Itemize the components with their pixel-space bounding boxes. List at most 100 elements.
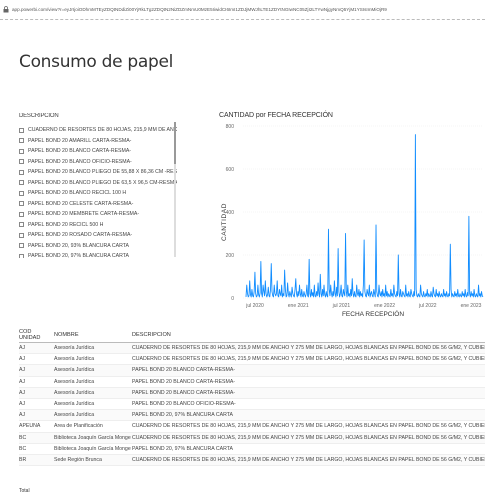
table-row[interactable]: AJ Asesoría Jurídica PAPEL BOND 20 BLANCO … bbox=[19, 365, 485, 377]
cell-nombre: Asesoría Jurídica bbox=[54, 367, 95, 374]
slicer-item[interactable]: PAPEL BOND 20 BLANCO PLIEGO DE 55,88 X 8… bbox=[19, 167, 177, 178]
x-tick-label: ene 2022 bbox=[374, 303, 395, 309]
cell-nombre: Asesoría Jurídica bbox=[54, 356, 95, 363]
cell-cod-unidad: AJ bbox=[19, 345, 26, 352]
table-row[interactable]: AJ Asesoría Jurídica CUADERNO DE RESORTES … bbox=[19, 343, 485, 355]
slicer-checkbox[interactable] bbox=[19, 159, 24, 165]
line-chart: 0 200 400 600 800 jul 2020 ene 2021 jul 2021 ene… bbox=[213, 110, 485, 325]
table-header: COD UNIDAD NOMBRE DESCRIPCIÓN bbox=[19, 328, 485, 343]
column-header-descripcion[interactable]: DESCRIPCIÓN bbox=[132, 332, 485, 338]
cell-nombre: Biblioteca Joaquín García Monge bbox=[54, 445, 131, 452]
cell-descripcion: CUADERNO DE RESORTES DE 80 HOJAS, 215,9 … bbox=[132, 345, 485, 352]
slicer-item-label: PAPEL BOND 20 ROSADO CARTA-RESMA- bbox=[28, 232, 133, 239]
y-tick-label: 200 bbox=[226, 253, 235, 259]
cell-cod-unidad: BR bbox=[19, 456, 27, 463]
slicer-scrollbar[interactable] bbox=[174, 122, 176, 257]
table-row[interactable]: AJ Asesoría Jurídica CUADERNO DE RESORTES … bbox=[19, 354, 485, 366]
cell-cod-unidad: AJ bbox=[19, 367, 26, 374]
lock-icon bbox=[3, 6, 9, 13]
table-row[interactable]: BC Biblioteca Joaquín García Monge CUADERN… bbox=[19, 432, 485, 444]
y-tick-label: 600 bbox=[226, 167, 235, 173]
address-bar[interactable]: app.powerbi.com/view?r=eyJrIjoiODhmMTEyZ… bbox=[0, 0, 485, 20]
cell-descripcion: CUADERNO DE RESORTES DE 80 HOJAS, 215,9 … bbox=[132, 434, 485, 441]
slicer-checkbox[interactable] bbox=[19, 253, 24, 258]
slicer-checkbox[interactable] bbox=[19, 180, 24, 186]
cell-descripcion: PAPEL BOND 20 BLANCO CARTA-RESMA- bbox=[132, 378, 236, 385]
table-row[interactable]: AJ Asesoría Jurídica PAPEL BOND 20 BLANCO … bbox=[19, 377, 485, 388]
y-axis-title: CANTIDAD bbox=[221, 203, 228, 241]
slicer-item[interactable]: PAPEL BOND 20 BLANCO CARTA-RESMA- bbox=[19, 146, 177, 157]
slicer-item[interactable]: PAPEL BOND 20 BLANCO PLIEGO DE 63,5 X 96… bbox=[19, 178, 177, 189]
cell-nombre: Área de Planificación bbox=[54, 423, 103, 430]
x-tick-label: jul 2022 bbox=[418, 303, 437, 309]
table-row[interactable]: BR Sede Región Brunca CUADERNO DE RESORTES… bbox=[19, 454, 485, 467]
slicer-checkbox[interactable] bbox=[19, 243, 24, 249]
cell-cod-unidad: BC bbox=[19, 445, 27, 452]
series-line bbox=[245, 134, 484, 298]
cell-nombre: Asesoría Jurídica bbox=[54, 401, 95, 408]
table-row[interactable]: AJ Asesoría Jurídica PAPEL BOND 20 BLANCO … bbox=[19, 399, 485, 411]
slicer-item[interactable]: PAPEL BOND 20 CELESTE CARTA-RESMA- bbox=[19, 199, 177, 210]
slicer-checkbox[interactable] bbox=[19, 201, 24, 207]
x-axis-title: FECHA RECEPCIÓN bbox=[342, 309, 404, 318]
slicer-item-label: PAPEL BOND 20 CELESTE CARTA-RESMA- bbox=[28, 200, 134, 207]
slicer-checkbox[interactable] bbox=[19, 138, 24, 144]
x-tick-label: jul 2020 bbox=[245, 303, 264, 309]
slicer-item[interactable]: PAPEL BOND 20 ROSADO CARTA-RESMA- bbox=[19, 230, 177, 241]
column-header-nombre[interactable]: NOMBRE bbox=[54, 332, 132, 338]
slicer-item-label: PAPEL BOND 20, 93% BLANCURA CARTA bbox=[28, 242, 129, 249]
cell-cod-unidad: AJ bbox=[19, 401, 26, 408]
slicer-scroll-thumb[interactable] bbox=[174, 122, 176, 164]
cell-cod-unidad: AJ bbox=[19, 356, 26, 363]
slicer-item[interactable]: PAPEL BOND 20, 97% BLANCURA CARTA bbox=[19, 251, 177, 258]
cell-nombre: Sede Región Brunca bbox=[54, 456, 102, 463]
table-row[interactable]: AJ Asesoría Jurídica PAPEL BOND 20 BLANCO … bbox=[19, 387, 485, 399]
slicer-checkbox[interactable] bbox=[19, 169, 24, 175]
cell-cod-unidad: AJ bbox=[19, 389, 26, 396]
table-body: AJ Asesoría Jurídica CUADERNO DE RESORTES … bbox=[19, 343, 485, 467]
cell-descripcion: PAPEL BOND 20, 97% BLANCURA CARTA bbox=[132, 412, 233, 419]
table-row[interactable]: BC Biblioteca Joaquín García Monge PAPEL B… bbox=[19, 444, 485, 455]
cell-descripcion: PAPEL BOND 20 BLANCO CARTA-RESMA- bbox=[132, 367, 236, 374]
cell-nombre: Asesoría Jurídica bbox=[54, 345, 95, 352]
slicer-item[interactable]: PAPEL BOND 20, 93% BLANCURA CARTA bbox=[19, 241, 177, 252]
slicer-item[interactable]: PAPEL BOND 20 BLANCO RECICL 100 H bbox=[19, 188, 177, 199]
column-header-cod-unidad[interactable]: COD UNIDAD bbox=[19, 329, 54, 341]
url-text: app.powerbi.com/view?r=eyJrIjoiODhmMTEyZ… bbox=[12, 7, 387, 12]
page-title: Consumo de papel bbox=[19, 52, 174, 72]
cell-cod-unidad: BC bbox=[19, 434, 27, 441]
slicer-checkbox[interactable] bbox=[19, 211, 24, 217]
cell-descripcion: PAPEL BOND 20, 97% BLANCURA CARTA bbox=[132, 445, 233, 452]
slicer-checkbox[interactable] bbox=[19, 232, 24, 238]
slicer-checkbox[interactable] bbox=[19, 148, 24, 154]
slicer-item-label: CUADERNO DE RESORTES DE 80 HOJAS, 215,9 … bbox=[28, 127, 177, 134]
cell-cod-unidad: AJ bbox=[19, 412, 26, 419]
cell-nombre: Asesoría Jurídica bbox=[54, 389, 95, 396]
slicer-item[interactable]: PAPEL BOND 20 AMARILL CARTA-RESMA- bbox=[19, 136, 177, 147]
y-tick-label: 0 bbox=[231, 296, 234, 302]
table-row[interactable]: APEUNA Área de Planificación CUADERNO DE R… bbox=[19, 421, 485, 433]
cell-nombre: Biblioteca Joaquín García Monge bbox=[54, 434, 131, 441]
slicer-item[interactable]: PAPEL BOND 20 RECICL 500 H bbox=[19, 220, 177, 231]
slicer-item-label: PAPEL BOND 20 BLANCO PLIEGO DE 55,88 X 8… bbox=[28, 169, 177, 176]
x-tick-label: ene 2021 bbox=[288, 303, 309, 309]
slicer-header: DESCRIPCIÓN bbox=[19, 113, 59, 119]
slicer-item-label: PAPEL BOND 20 AMARILL CARTA-RESMA- bbox=[28, 137, 132, 144]
cell-cod-unidad: APEUNA bbox=[19, 423, 41, 430]
cell-nombre: Asesoría Jurídica bbox=[54, 412, 95, 419]
cell-descripcion: PAPEL BOND 20 BLANCO CARTA-RESMA- bbox=[132, 389, 236, 396]
slicer-checkbox[interactable] bbox=[19, 190, 24, 196]
cell-nombre: Asesoría Jurídica bbox=[54, 378, 95, 385]
x-tick-label: ene 2023 bbox=[461, 303, 482, 309]
x-tick-label: jul 2021 bbox=[332, 303, 351, 309]
slicer-item[interactable]: PAPEL BOND 20 BLANCO OFICIO-RESMA- bbox=[19, 157, 177, 168]
slicer-checkbox[interactable] bbox=[19, 127, 24, 133]
slicer-item-label: PAPEL BOND 20 BLANCO CARTA-RESMA- bbox=[28, 148, 132, 155]
slicer-item[interactable]: CUADERNO DE RESORTES DE 80 HOJAS, 215,9 … bbox=[19, 125, 177, 136]
slicer-checkbox[interactable] bbox=[19, 222, 24, 228]
table-total-label: Total bbox=[19, 488, 30, 494]
cell-descripcion: PAPEL BOND 20 BLANCO OFICIO-RESMA- bbox=[132, 401, 236, 408]
slicer-item-label: PAPEL BOND 20 MEMBRETE CARTA-RESMA- bbox=[28, 211, 140, 218]
slicer-item[interactable]: PAPEL BOND 20 MEMBRETE CARTA-RESMA- bbox=[19, 209, 177, 220]
table-row[interactable]: AJ Asesoría Jurídica PAPEL BOND 20, 97% BL… bbox=[19, 410, 485, 422]
